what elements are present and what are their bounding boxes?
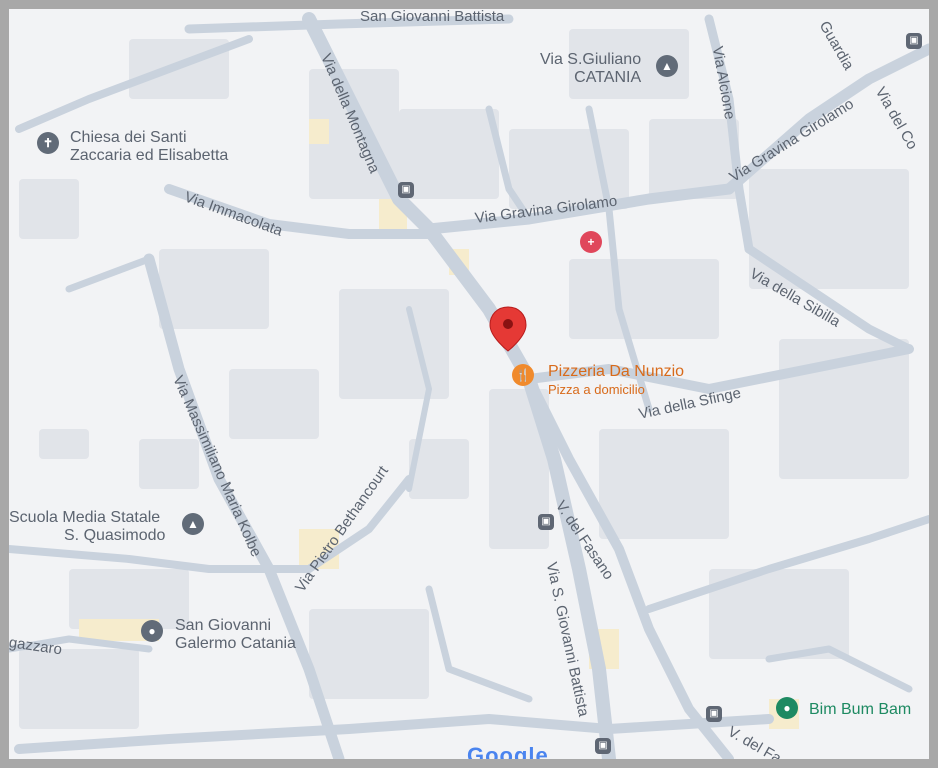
poi-sgiuliano[interactable]: Via S.Giuliano CATANIA — [540, 51, 641, 87]
poi-name: S. Quasimodo — [64, 527, 166, 544]
bus-stop-icon[interactable]: ▣ — [595, 738, 611, 754]
bus-stop-icon[interactable]: ▣ — [398, 182, 414, 198]
map-canvas[interactable]: San Giovanni Battista Via della Montagna… — [9, 9, 929, 759]
poi-name: Via S.Giuliano — [540, 51, 642, 68]
school-icon[interactable]: ▲ — [182, 513, 204, 535]
poi-scuola[interactable]: Scuola Media Statale S. Quasimodo — [9, 509, 165, 545]
place-icon[interactable]: ● — [141, 620, 163, 642]
poi-name: CATANIA — [574, 69, 642, 86]
cross-icon[interactable]: ✝ — [37, 132, 59, 154]
hospital-icon[interactable]: + — [580, 231, 602, 253]
poi-name: Chiesa dei Santi — [70, 129, 187, 146]
map-graphics — [9, 12, 929, 759]
location-pin-icon — [489, 306, 527, 352]
poi-pizzeria[interactable]: Pizzeria Da Nunzio Pizza a domicilio — [548, 363, 684, 399]
poi-bimbum[interactable]: Bim Bum Bam — [809, 701, 911, 719]
poi-name: Galermo Catania — [175, 635, 296, 652]
poi-sangiovanni[interactable]: San Giovanni Galermo Catania — [175, 617, 296, 653]
poi-subtitle: Pizza a domicilio — [548, 382, 645, 397]
poi-name: Bim Bum Bam — [809, 701, 912, 718]
map-frame: San Giovanni Battista Via della Montagna… — [0, 0, 938, 768]
poi-name: San Giovanni — [175, 617, 272, 634]
bus-stop-icon[interactable]: ▣ — [538, 514, 554, 530]
poi-name: Pizzeria Da Nunzio — [548, 363, 685, 380]
poi-chiesa[interactable]: Chiesa dei Santi Zaccaria ed Elisabetta — [70, 129, 228, 165]
poi-name: Zaccaria ed Elisabetta — [70, 147, 229, 164]
place-icon[interactable]: ● — [776, 697, 798, 719]
bus-stop-icon[interactable]: ▣ — [706, 706, 722, 722]
school-icon[interactable]: ▲ — [656, 55, 678, 77]
google-logo: Google — [467, 743, 549, 759]
bus-stop-icon[interactable]: ▣ — [906, 33, 922, 49]
road-label: San Giovanni Battista — [360, 9, 505, 25]
restaurant-icon[interactable]: 🍴 — [512, 364, 534, 386]
poi-name: Scuola Media Statale — [9, 509, 161, 526]
